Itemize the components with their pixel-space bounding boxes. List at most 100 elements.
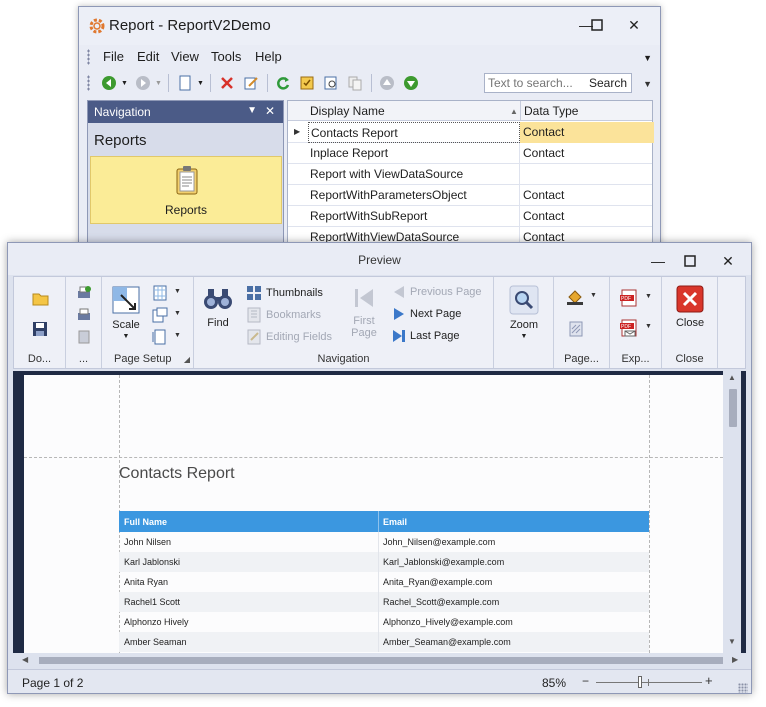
close-window-button[interactable]: ✕ [622, 15, 646, 35]
back-dropdown-icon[interactable]: ▼ [121, 80, 128, 87]
column-divider[interactable] [520, 101, 521, 121]
bookmarks-button[interactable]: Bookmarks [246, 307, 321, 323]
preview-title-bar[interactable]: Preview — ✕ [8, 243, 751, 275]
close-preview-button[interactable]: ✕ [716, 251, 740, 271]
previous-record-icon[interactable] [379, 75, 395, 91]
scroll-right-icon[interactable]: ▶ [732, 655, 738, 664]
edit-icon[interactable] [243, 75, 259, 91]
cell-display-name[interactable]: ReportWithSubReport [308, 206, 520, 227]
maximize-button[interactable] [585, 15, 609, 35]
scroll-left-icon[interactable]: ◀ [22, 655, 28, 664]
cell-data-type[interactable] [520, 164, 654, 185]
cell-data-type[interactable]: Contact [520, 143, 654, 164]
page-setup-launcher-icon[interactable]: ◢ [184, 355, 190, 364]
editing-fields-button[interactable]: Editing Fields [246, 329, 332, 345]
toolbar-grip[interactable] [87, 75, 90, 91]
horizontal-scroll-thumb[interactable] [39, 657, 723, 664]
page-color-dropdown-icon[interactable]: ▼ [590, 292, 597, 299]
menu-grip[interactable] [87, 49, 90, 65]
resize-grip[interactable] [738, 683, 748, 693]
find-button[interactable]: Find [200, 285, 236, 329]
open-icon[interactable] [32, 291, 50, 307]
paper-size-dropdown-icon[interactable]: ▼ [174, 332, 181, 339]
send-dropdown-icon[interactable]: ▼ [645, 323, 652, 330]
orientation-icon[interactable] [152, 307, 168, 323]
menu-file[interactable]: File [103, 49, 124, 64]
search-button[interactable]: Search [589, 76, 627, 90]
pin-icon[interactable]: ▼ [247, 105, 257, 116]
save-icon[interactable] [32, 321, 48, 337]
cell-data-type[interactable]: Contact [520, 185, 654, 206]
first-page-button[interactable]: First Page [344, 285, 384, 339]
print-icon[interactable] [76, 307, 92, 323]
forward-icon[interactable] [135, 75, 151, 91]
inspect-icon[interactable] [323, 75, 339, 91]
refresh-icon[interactable] [275, 75, 291, 91]
search-input[interactable] [488, 76, 578, 90]
cell-display-name[interactable]: Contacts Report [308, 122, 520, 143]
pdf-icon[interactable]: PDF [620, 289, 638, 307]
previous-page-button[interactable]: Previous Page [392, 285, 482, 299]
last-page-button[interactable]: Last Page [392, 329, 460, 343]
vertical-scrollbar[interactable]: ▲ ▼ [723, 371, 741, 653]
scale-dropdown-icon[interactable]: ▼ [108, 333, 144, 340]
page-color-icon[interactable] [566, 289, 584, 305]
zoom-level[interactable]: 85% [542, 676, 566, 690]
new-dropdown-icon[interactable]: ▼ [197, 80, 204, 87]
paper-size-icon[interactable] [152, 329, 168, 345]
next-page-button[interactable]: Next Page [392, 307, 461, 321]
send-pdf-icon[interactable]: PDF [620, 319, 638, 337]
scroll-up-icon[interactable]: ▲ [728, 373, 736, 382]
horizontal-scrollbar[interactable]: ◀ ▶ [13, 653, 746, 667]
close-preview-ribbon-button[interactable]: Close [670, 285, 710, 329]
delete-icon[interactable] [219, 75, 235, 91]
document-viewer[interactable]: Contacts Report Full Name Email John Nil… [13, 371, 746, 653]
forward-dropdown-icon[interactable]: ▼ [155, 80, 162, 87]
scroll-down-icon[interactable]: ▼ [728, 637, 736, 646]
report-window[interactable]: Report - ReportV2Demo — ✕ File Edit View… [78, 6, 661, 266]
cell-data-type[interactable]: Contact [520, 122, 654, 143]
menu-view[interactable]: View [171, 49, 199, 64]
toolbar-overflow-icon[interactable]: ▼ [643, 79, 652, 89]
margins-dropdown-icon[interactable]: ▼ [174, 288, 181, 295]
grid-row[interactable]: ReportWithSubReport Contact [288, 206, 652, 227]
menu-help[interactable]: Help [255, 49, 282, 64]
title-bar[interactable]: Report - ReportV2Demo — ✕ [79, 7, 660, 45]
column-header-data-type[interactable]: Data Type [524, 104, 578, 118]
menu-edit[interactable]: Edit [137, 49, 159, 64]
close-panel-icon[interactable]: ✕ [265, 104, 275, 118]
margins-icon[interactable] [152, 285, 168, 301]
zoom-slider-track[interactable] [596, 682, 702, 683]
grid-row[interactable]: ▶ Contacts Report Contact [288, 122, 654, 143]
grid-row[interactable]: Report with ViewDataSource [288, 164, 652, 185]
search-box[interactable]: Search [484, 73, 632, 93]
validate-icon[interactable] [299, 75, 315, 91]
zoom-out-button[interactable]: − [582, 674, 589, 688]
zoom-dropdown-icon[interactable]: ▼ [504, 333, 544, 340]
back-icon[interactable] [101, 75, 117, 91]
cell-display-name[interactable]: Report with ViewDataSource [308, 164, 520, 185]
orientation-dropdown-icon[interactable]: ▼ [174, 310, 181, 317]
copy-icon[interactable] [347, 75, 363, 91]
export-dropdown-icon[interactable]: ▼ [645, 293, 652, 300]
navigation-item-reports[interactable]: Reports [90, 156, 282, 224]
vertical-scroll-thumb[interactable] [729, 389, 737, 427]
grid-row[interactable]: ReportWithParametersObject Contact [288, 185, 652, 206]
preview-window[interactable]: Preview — ✕ Do... ... Scale ▼ ▼ ▼ ▼ Page… [7, 242, 752, 694]
scale-button[interactable]: Scale ▼ [108, 285, 144, 340]
watermark-icon[interactable] [568, 321, 584, 337]
navigation-group-title[interactable]: Reports [94, 132, 147, 149]
maximize-button[interactable] [678, 251, 702, 271]
zoom-button[interactable]: Zoom ▼ [504, 285, 544, 340]
menu-tools[interactable]: Tools [211, 49, 241, 64]
next-record-icon[interactable] [403, 75, 419, 91]
minimize-button[interactable]: — [646, 251, 670, 271]
menu-overflow-icon[interactable]: ▼ [643, 53, 652, 63]
zoom-in-button[interactable]: + [705, 673, 713, 688]
thumbnails-button[interactable]: Thumbnails [246, 285, 323, 301]
zoom-slider-thumb[interactable] [638, 676, 642, 688]
cell-data-type[interactable]: Contact [520, 206, 654, 227]
new-icon[interactable] [177, 75, 193, 91]
cell-display-name[interactable]: Inplace Report [308, 143, 520, 164]
grid-row[interactable]: Inplace Report Contact [288, 143, 652, 164]
